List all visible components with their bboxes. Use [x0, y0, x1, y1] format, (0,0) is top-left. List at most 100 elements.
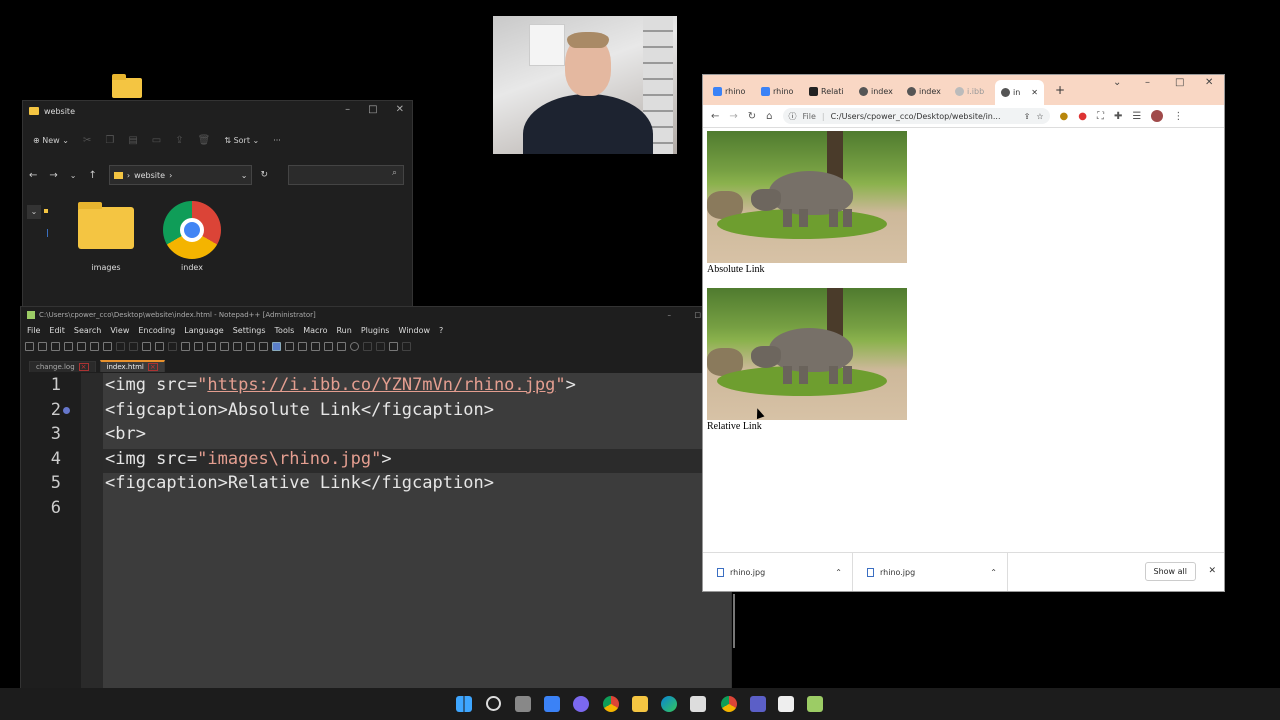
maximize-icon[interactable]: □: [1175, 77, 1184, 88]
cut-icon[interactable]: ✂: [83, 135, 91, 146]
reading-list-icon[interactable]: ☰: [1132, 111, 1141, 122]
download-item[interactable]: rhino.jpg ⌃: [703, 553, 853, 591]
close-all-icon[interactable]: [90, 341, 99, 351]
download-item[interactable]: rhino.jpg ⌃: [853, 553, 1008, 591]
tab-index-html[interactable]: index.html ×: [99, 360, 165, 372]
desktop-folder-icon[interactable]: [112, 74, 142, 98]
chrome-icon[interactable]: [603, 696, 619, 712]
new-button[interactable]: ⊕ New ⌄: [33, 136, 69, 145]
save-macro-icon[interactable]: [402, 341, 411, 351]
lang-icon[interactable]: [285, 341, 294, 351]
address-bar[interactable]: › website › ⌄: [108, 165, 253, 185]
monitor-icon[interactable]: [337, 341, 346, 351]
reload-icon[interactable]: ↻: [748, 111, 756, 122]
edge-icon[interactable]: [661, 696, 677, 712]
maximize-icon[interactable]: □: [368, 104, 377, 115]
delete-icon[interactable]: 🗑: [198, 135, 211, 146]
menu-view[interactable]: View: [110, 326, 129, 335]
find-icon[interactable]: [181, 341, 190, 351]
editor-scrollbar[interactable]: [733, 594, 735, 648]
bookmark-star-icon[interactable]: ☆: [1036, 112, 1043, 121]
menu-settings[interactable]: Settings: [233, 326, 266, 335]
search-icon[interactable]: [486, 696, 501, 711]
forward-arrow-icon[interactable]: →: [729, 111, 737, 122]
extension-icon[interactable]: ●: [1078, 111, 1087, 122]
breadcrumb[interactable]: website: [134, 171, 165, 180]
chrome-active-icon[interactable]: [721, 696, 737, 712]
file-item-images[interactable]: images: [71, 202, 141, 272]
code-url[interactable]: https://i.ibb.co/YZN7mVn/rhino.jpg: [207, 375, 555, 395]
menu-macro[interactable]: Macro: [303, 326, 327, 335]
refresh-icon[interactable]: ↻: [260, 170, 268, 180]
menu-file[interactable]: File: [27, 326, 40, 335]
menu-run[interactable]: Run: [336, 326, 351, 335]
zoom-in-icon[interactable]: [207, 341, 216, 351]
more-button[interactable]: ···: [273, 136, 281, 145]
tab-change-log[interactable]: change.log ×: [29, 361, 96, 372]
copy-icon[interactable]: [129, 341, 138, 351]
share-icon[interactable]: ⇪: [1024, 112, 1031, 121]
nav-pane-quick-access-icon[interactable]: [44, 209, 48, 213]
stop-macro-icon[interactable]: [363, 341, 372, 351]
up-arrow-icon[interactable]: ↑: [88, 170, 96, 181]
paste-icon[interactable]: [142, 341, 151, 351]
file-explorer-icon[interactable]: [632, 696, 648, 712]
windows-start-icon[interactable]: [456, 696, 472, 712]
extensions-puzzle-icon[interactable]: ✚: [1114, 111, 1122, 122]
menu-language[interactable]: Language: [184, 326, 223, 335]
teams-icon[interactable]: [750, 696, 766, 712]
store-icon[interactable]: [690, 696, 706, 712]
task-view-icon[interactable]: [515, 696, 531, 712]
play-macro-icon[interactable]: [376, 341, 385, 351]
menu-window[interactable]: Window: [398, 326, 430, 335]
indent-guide-icon[interactable]: [272, 341, 281, 351]
word-wrap-icon[interactable]: [246, 341, 255, 351]
close-tab-icon[interactable]: ×: [78, 363, 89, 371]
close-file-icon[interactable]: [77, 341, 86, 351]
save-all-icon[interactable]: [64, 341, 73, 351]
chrome-tab[interactable]: index: [859, 83, 893, 99]
notepad-plus-plus-icon[interactable]: [807, 696, 823, 712]
chevron-down-icon[interactable]: ⌄: [70, 171, 77, 180]
forward-arrow-icon[interactable]: →: [49, 170, 57, 181]
paint-icon[interactable]: [778, 696, 794, 712]
show-all-chars-icon[interactable]: [259, 341, 268, 351]
nav-pane-expander[interactable]: ⌄: [27, 205, 41, 219]
doc-map-icon[interactable]: [298, 341, 307, 351]
minimize-icon[interactable]: –: [345, 104, 350, 115]
chrome-tab[interactable]: i.ibb: [955, 83, 984, 99]
cut-icon[interactable]: [116, 341, 125, 351]
back-arrow-icon[interactable]: ←: [29, 170, 37, 181]
new-file-icon[interactable]: [25, 341, 34, 351]
record-macro-icon[interactable]: [350, 341, 359, 351]
menu-tools[interactable]: Tools: [275, 326, 295, 335]
rename-icon[interactable]: ▭: [152, 135, 161, 146]
avatar[interactable]: [1151, 110, 1164, 122]
chevron-up-icon[interactable]: ⌃: [835, 568, 842, 577]
address-bar[interactable]: ⓘ File | C:/Users/cpower_cco/Desktop/web…: [782, 108, 1050, 124]
share-icon[interactable]: ⇪: [175, 135, 183, 146]
tab-search-icon[interactable]: ⌄: [1113, 77, 1121, 88]
maximize-icon[interactable]: □: [694, 311, 701, 319]
function-list-icon[interactable]: [311, 341, 320, 351]
close-icon[interactable]: ✕: [396, 104, 404, 115]
sync-scroll-icon[interactable]: [233, 341, 242, 351]
copy-icon[interactable]: ❐: [105, 135, 114, 146]
home-icon[interactable]: ⌂: [766, 111, 772, 122]
widgets-icon[interactable]: [544, 696, 560, 712]
address-dropdown-icon[interactable]: ⌄: [241, 171, 248, 180]
chevron-up-icon[interactable]: ⌃: [990, 568, 997, 577]
search-input[interactable]: ⌕: [288, 165, 404, 185]
close-tab-icon[interactable]: ×: [147, 363, 158, 371]
run-macro-multiple-icon[interactable]: [389, 341, 398, 351]
new-tab-button[interactable]: +: [1055, 83, 1065, 97]
kebab-menu-icon[interactable]: ⋮: [1173, 111, 1183, 122]
sort-button[interactable]: ⇅ Sort ⌄: [224, 136, 259, 145]
paste-icon[interactable]: ▤: [128, 135, 137, 146]
menu-encoding[interactable]: Encoding: [138, 326, 175, 335]
chrome-tab-active[interactable]: in ✕: [995, 80, 1044, 105]
teams-chat-icon[interactable]: [573, 696, 589, 712]
menu-search[interactable]: Search: [74, 326, 101, 335]
file-item-index[interactable]: index: [157, 201, 227, 272]
back-arrow-icon[interactable]: ←: [711, 111, 719, 122]
